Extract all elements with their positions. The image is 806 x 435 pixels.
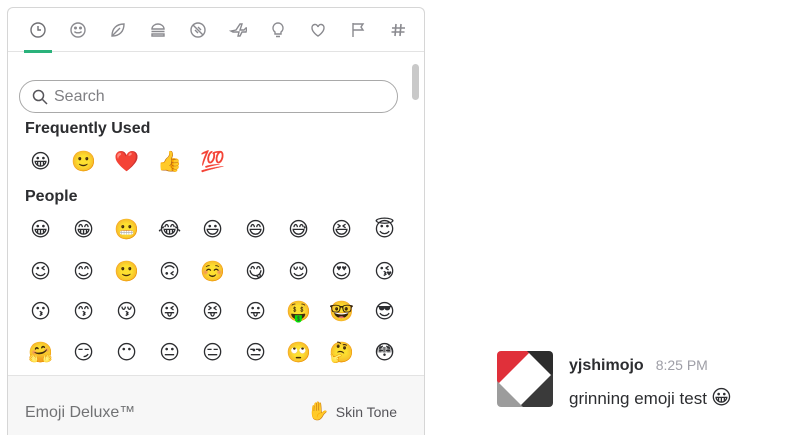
tab-flags[interactable] [338, 8, 378, 52]
emoji-button[interactable]: 🙃 [148, 254, 191, 288]
search-icon [32, 89, 48, 105]
smiley-icon [70, 22, 86, 38]
emoji-button[interactable]: ☺️ [191, 254, 234, 288]
emoji-button[interactable]: 🤓 [320, 294, 363, 328]
emoji-button[interactable]: 🙂 [105, 254, 148, 288]
tab-travel[interactable] [218, 8, 258, 52]
emoji-button[interactable]: 😝 [191, 294, 234, 328]
skin-tone-label: Skin Tone [335, 403, 397, 420]
emoji-button[interactable]: 😀 [19, 212, 62, 246]
emoji-button[interactable]: 😉 [19, 254, 62, 288]
tab-people[interactable] [58, 8, 98, 52]
emoji-button[interactable]: 😊 [62, 254, 105, 288]
emoji-button[interactable]: 😆 [320, 212, 363, 246]
clock-icon [30, 22, 46, 38]
airplane-icon [229, 23, 247, 37]
emoji-category-tabs [8, 8, 424, 53]
flag-icon [352, 23, 365, 37]
emoji-button[interactable]: 😒 [234, 335, 277, 369]
message-emoji: 😀 [710, 385, 732, 409]
emoji-picker: Frequently Used 😀 🙂 ❤️ 👍 💯 People 😀 😁 😬 … [7, 7, 425, 435]
leaf-icon [111, 23, 125, 37]
emoji-button[interactable]: 😛 [234, 294, 277, 328]
heart-icon [311, 23, 325, 37]
section-title-frequently-used: Frequently Used [25, 120, 151, 137]
people-row-2: 😉 😊 🙂 🙃 ☺️ 😋 😌 😍 😘 [19, 254, 406, 288]
emoji-button[interactable]: 😘 [363, 254, 406, 288]
emoji-button[interactable]: 🤔 [320, 335, 363, 369]
emoji-button[interactable]: 🙂 [62, 144, 105, 178]
emoji-button[interactable]: 😄 [234, 212, 277, 246]
emoji-button[interactable]: 🙄 [277, 335, 320, 369]
emoji-list-scrollbar[interactable] [412, 64, 419, 100]
emoji-button[interactable]: 😋 [234, 254, 277, 288]
emoji-button[interactable]: 😳 [363, 335, 406, 369]
hand-icon: ✋ [307, 401, 330, 422]
emoji-search-box[interactable] [19, 80, 398, 113]
skin-tone-button[interactable]: ✋ Skin Tone [307, 401, 397, 422]
hash-icon [391, 23, 405, 37]
emoji-button[interactable]: 😶 [105, 335, 148, 369]
tab-custom[interactable] [378, 8, 418, 52]
emoji-button[interactable]: 😙 [62, 294, 105, 328]
emoji-button[interactable]: 😚 [105, 294, 148, 328]
emoji-button[interactable]: 😬 [105, 212, 148, 246]
emoji-button[interactable]: 😇 [363, 212, 406, 246]
burger-icon [151, 23, 165, 37]
emoji-button[interactable]: 😂 [148, 212, 191, 246]
emoji-button[interactable]: 😎 [363, 294, 406, 328]
lightbulb-icon [272, 22, 284, 38]
emoji-preview-name: Emoji Deluxe™ [25, 404, 136, 421]
emoji-button[interactable]: 😐 [148, 335, 191, 369]
emoji-button[interactable]: 😀 [19, 144, 62, 178]
search-input[interactable] [54, 87, 374, 106]
message-body: grinning emoji test 😀 [569, 385, 732, 409]
message-header: yjshimojo 8:25 PM [569, 357, 708, 375]
tab-activity[interactable] [178, 8, 218, 52]
emoji-picker-footer: Emoji Deluxe™ ✋ Skin Tone [8, 375, 424, 435]
tab-frequently-used[interactable] [18, 8, 58, 53]
tab-symbols[interactable] [298, 8, 338, 52]
emoji-button[interactable]: 😌 [277, 254, 320, 288]
tab-objects[interactable] [258, 8, 298, 52]
emoji-button[interactable]: 😏 [62, 335, 105, 369]
people-row-1: 😀 😁 😬 😂 😃 😄 😅 😆 😇 [19, 212, 406, 246]
emoji-button[interactable]: 🤑 [277, 294, 320, 328]
emoji-button[interactable]: 🤗 [19, 335, 62, 369]
emoji-button[interactable]: 😜 [148, 294, 191, 328]
ball-icon [190, 22, 206, 38]
message-text: grinning emoji test [569, 389, 707, 408]
people-row-3: 😗 😙 😚 😜 😝 😛 🤑 🤓 😎 [19, 294, 406, 328]
frequently-used-row: 😀 🙂 ❤️ 👍 💯 [19, 144, 234, 178]
emoji-button[interactable]: 😗 [19, 294, 62, 328]
chat-message: yjshimojo 8:25 PM grinning emoji test 😀 [497, 351, 802, 411]
message-timestamp[interactable]: 8:25 PM [656, 357, 708, 373]
people-row-4: 🤗 😏 😶 😐 😑 😒 🙄 🤔 😳 [19, 335, 406, 369]
tab-nature[interactable] [98, 8, 138, 52]
avatar[interactable] [497, 351, 553, 407]
section-title-people: People [25, 188, 78, 205]
emoji-button[interactable]: 💯 [191, 144, 234, 178]
emoji-button[interactable]: 😅 [277, 212, 320, 246]
tab-food[interactable] [138, 8, 178, 52]
emoji-button[interactable]: ❤️ [105, 144, 148, 178]
emoji-button[interactable]: 😁 [62, 212, 105, 246]
message-username[interactable]: yjshimojo [569, 357, 644, 375]
emoji-button[interactable]: 😃 [191, 212, 234, 246]
emoji-button[interactable]: 😑 [191, 335, 234, 369]
emoji-button[interactable]: 👍 [148, 144, 191, 178]
emoji-button[interactable]: 😍 [320, 254, 363, 288]
